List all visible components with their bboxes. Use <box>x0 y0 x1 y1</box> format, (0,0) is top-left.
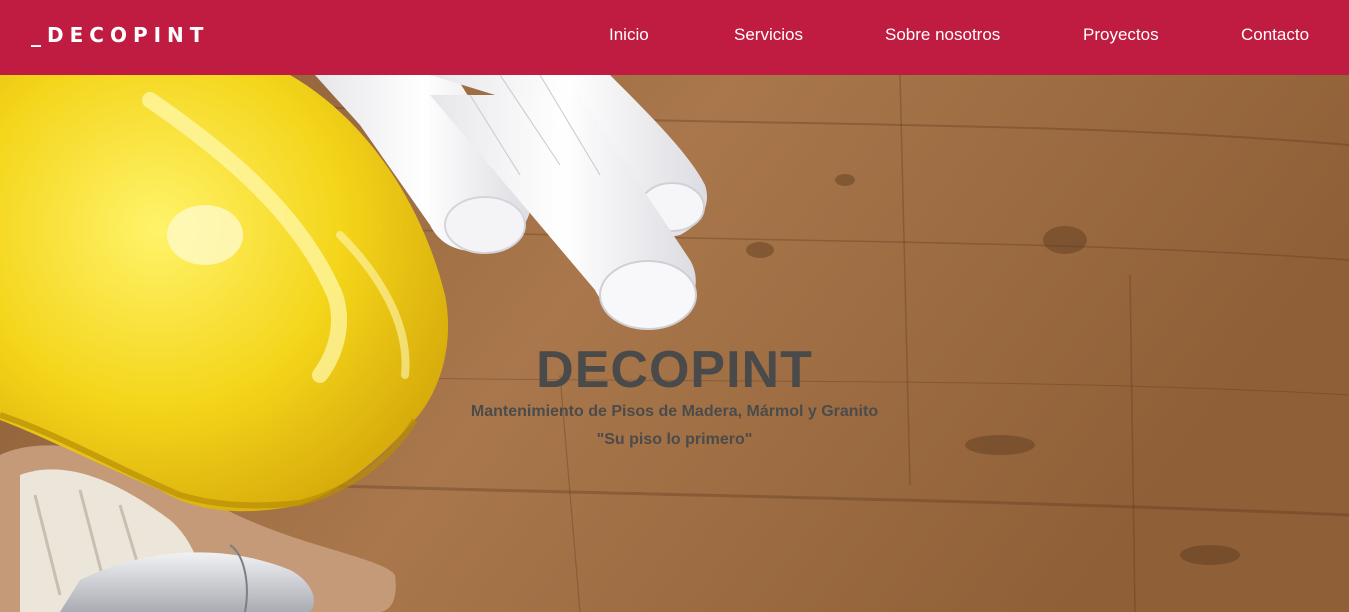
site-logo[interactable]: _DECOPINT <box>31 22 209 48</box>
hero-title: DECOPINT <box>536 341 813 399</box>
hero-subtitle: Mantenimiento de Pisos de Madera, Mármol… <box>470 403 879 420</box>
hero-section: DECOPINT Mantenimiento de Pisos de Mader… <box>0 75 1349 612</box>
nav-link-proyectos[interactable]: Proyectos <box>1083 24 1159 46</box>
navbar: _DECOPINT Inicio Servicios Sobre nosotro… <box>0 0 1349 75</box>
page: _DECOPINT Inicio Servicios Sobre nosotro… <box>0 0 1349 612</box>
nav-link-sobre-nosotros[interactable]: Sobre nosotros <box>885 24 1000 46</box>
nav-link-servicios[interactable]: Servicios <box>734 24 803 46</box>
nav-link-inicio[interactable]: Inicio <box>609 24 649 46</box>
hero-tagline: "Su piso lo primero" <box>596 431 753 448</box>
nav-link-contacto[interactable]: Contacto <box>1241 24 1309 46</box>
